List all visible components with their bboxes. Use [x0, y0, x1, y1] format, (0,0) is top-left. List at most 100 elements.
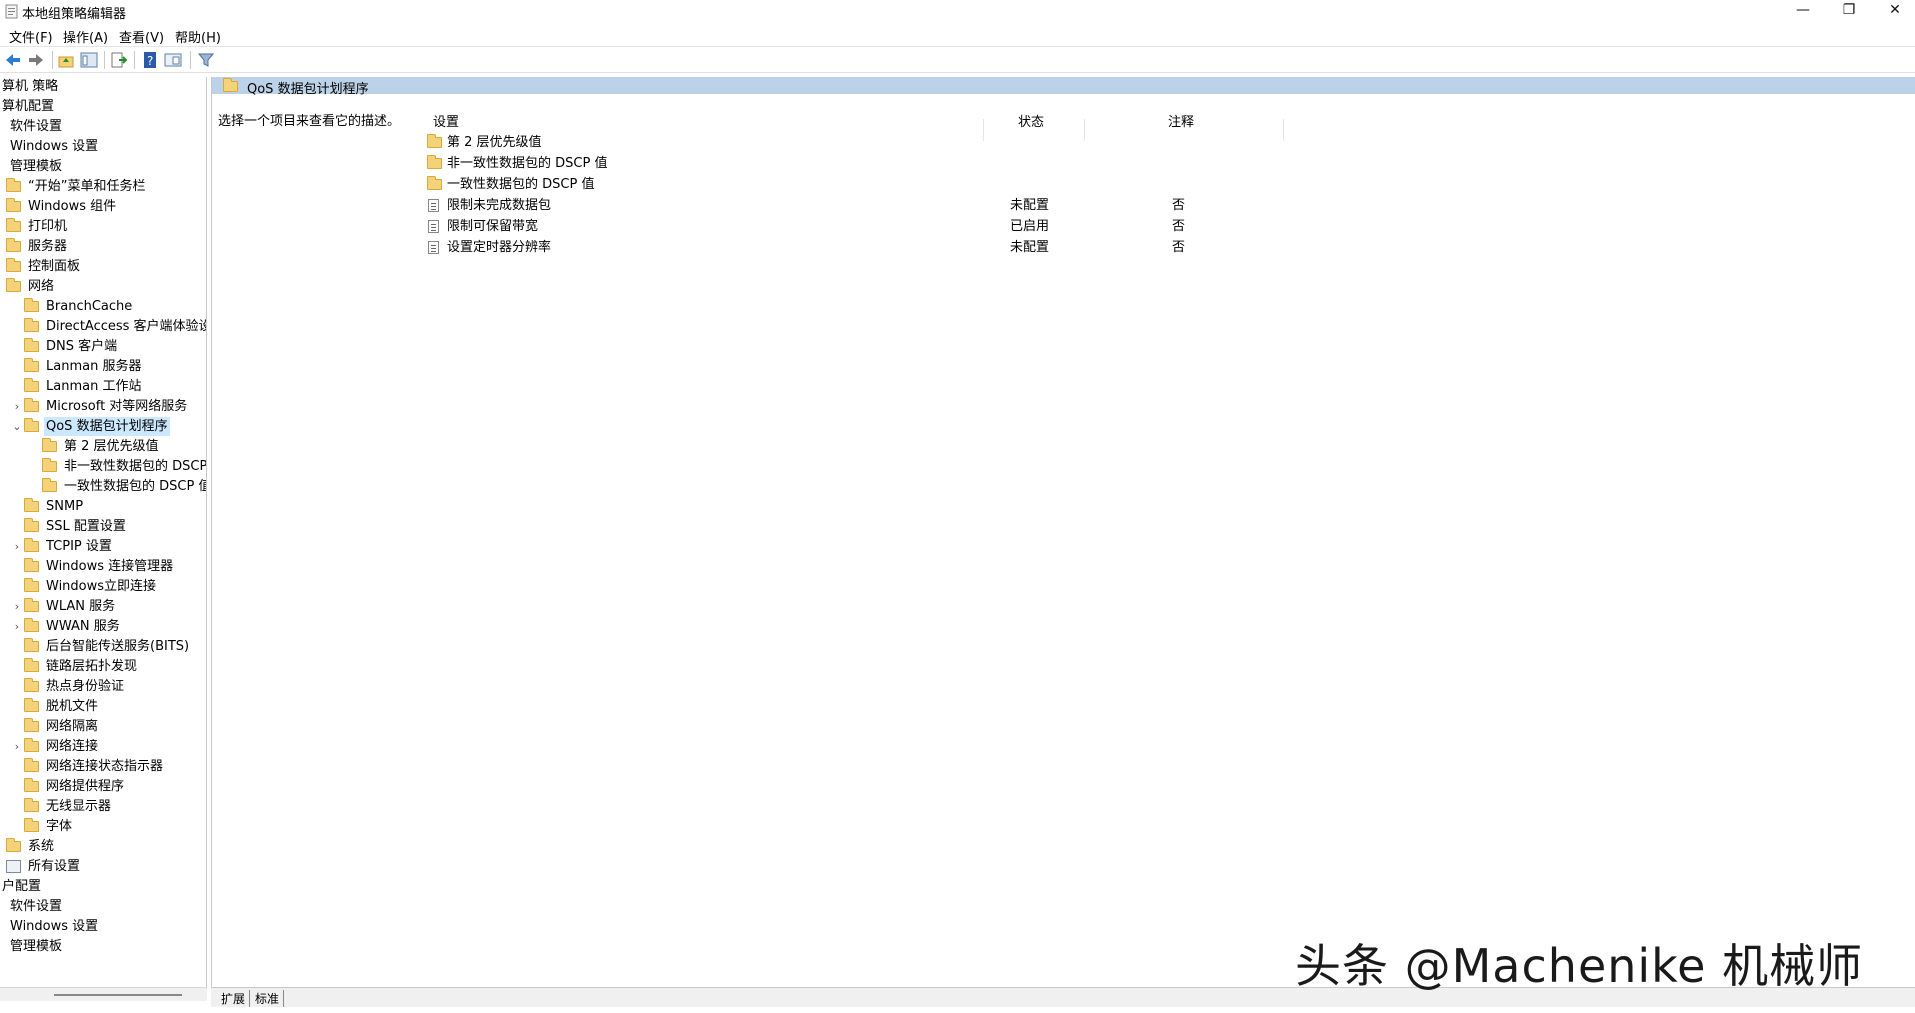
tree-item-label: 非一致性数据包的 DSCP 值 — [64, 459, 207, 474]
column-header-state[interactable]: 状态 — [1018, 111, 1044, 130]
setting-state: 未配置 — [1010, 198, 1050, 213]
export-list-icon[interactable] — [110, 51, 128, 69]
properties-icon[interactable] — [164, 51, 182, 69]
list-item[interactable]: 一致性数据包的 DSCP 值 — [417, 175, 1517, 194]
column-header-setting[interactable]: 设置 — [433, 111, 459, 130]
folder-icon — [427, 155, 442, 169]
folder-icon — [24, 558, 39, 572]
folder-icon — [6, 258, 21, 272]
folder-icon — [42, 438, 57, 452]
tree-item-label: 网络隔离 — [46, 719, 99, 734]
toolbar: ? — [0, 46, 1915, 73]
tree-item-label: TCPIP 设置 — [46, 539, 112, 554]
folder-icon — [24, 818, 39, 832]
tree-item-label: Microsoft 对等网络服务 — [46, 399, 188, 414]
policy-setting-icon — [428, 199, 439, 212]
description-text: 选择一个项目来查看它的描述。 — [218, 114, 401, 129]
folder-icon — [223, 78, 238, 92]
list-item[interactable]: 设置定时器分辨率 未配置 否 — [417, 238, 1517, 257]
list-item[interactable]: 第 2 层优先级值 — [417, 133, 1517, 152]
settings-list: 设置 状态 注释 第 2 层优先级值 非一致性数据包的 DSCP 值一致性数据包的… — [417, 94, 1915, 987]
tree-item-label: WLAN 服务 — [46, 599, 116, 614]
folder-icon — [42, 458, 57, 472]
collapsed-chevron-icon[interactable]: › — [12, 397, 22, 416]
tree-item-label: BranchCache — [46, 299, 133, 314]
tree-item-label: “开始”菜单和任务栏 — [28, 179, 146, 194]
tree-horizontal-scrollbar[interactable] — [0, 987, 207, 1001]
list-item[interactable]: 非一致性数据包的 DSCP 值 — [417, 154, 1517, 173]
tree-item-label: 打印机 — [28, 219, 68, 234]
folder-icon — [24, 598, 39, 612]
tree-item-label: 无线显示器 — [46, 799, 112, 814]
list-item[interactable]: 限制可保留带宽 已启用 否 — [417, 217, 1517, 236]
tree-item-label: DNS 客户端 — [46, 339, 118, 354]
tree-item-label: 热点身份验证 — [46, 679, 125, 694]
back-arrow-icon[interactable] — [4, 51, 22, 69]
collapsed-chevron-icon[interactable]: › — [12, 597, 22, 616]
tree-item-label: 字体 — [46, 819, 73, 834]
folder-icon — [24, 578, 39, 592]
tree-item-label: Windows 连接管理器 — [46, 559, 174, 574]
minimize-button[interactable]: — — [1780, 0, 1826, 22]
close-button[interactable]: ✕ — [1872, 0, 1915, 22]
tree-item-label: 后台智能传送服务(BITS) — [46, 639, 190, 654]
toolbar-separator — [52, 51, 53, 69]
tree-item-label: DirectAccess 客户端体验设置 — [46, 319, 207, 334]
tree-item-label: 系统 — [28, 839, 55, 854]
setting-name: 限制未完成数据包 — [447, 198, 552, 213]
tree-item-label: 第 2 层优先级值 — [64, 439, 159, 454]
up-folder-icon[interactable] — [57, 51, 75, 69]
tab-standard[interactable]: 标准 — [251, 990, 285, 1007]
group-policy-app-icon — [5, 4, 18, 19]
collapsed-chevron-icon[interactable]: › — [12, 737, 22, 756]
folder-icon — [24, 758, 39, 772]
tree-item-label: Lanman 工作站 — [46, 379, 142, 394]
tree-item-label: 所有设置 — [28, 859, 81, 874]
help-icon[interactable]: ? — [141, 51, 159, 69]
toolbar-separator — [104, 51, 105, 69]
setting-state: 已启用 — [1010, 219, 1050, 234]
tree-item-label: 管理模板 — [10, 939, 63, 954]
scrollbar-thumb[interactable] — [54, 994, 182, 996]
menu-view[interactable]: 查看(V) — [119, 27, 164, 46]
tree-item-label: WWAN 服务 — [46, 619, 120, 634]
folder-icon — [24, 378, 39, 392]
folder-icon — [6, 238, 21, 252]
list-item[interactable]: 限制未完成数据包 未配置 否 — [417, 196, 1517, 215]
collapsed-chevron-icon[interactable]: › — [12, 617, 22, 636]
menu-help[interactable]: 帮助(H) — [175, 27, 221, 46]
tree-item-label: 服务器 — [28, 239, 68, 254]
collapsed-chevron-icon[interactable]: › — [12, 537, 22, 556]
tree-item-label: Windows 组件 — [28, 199, 117, 214]
tree-item-label: SSL 配置设置 — [46, 519, 126, 534]
all-settings-icon — [6, 860, 21, 873]
tree-item-label: 软件设置 — [10, 899, 63, 914]
show-hide-tree-icon[interactable] — [80, 51, 98, 69]
details-header-title: QoS 数据包计划程序 — [247, 82, 369, 97]
folder-icon — [24, 718, 39, 732]
navigation-tree[interactable]: 算机 策略 算机配置 软件设置 Windows 设置 管理模板 “开始”菜单和任务栏 Win… — [0, 77, 207, 997]
tab-extended[interactable]: 扩展 — [217, 990, 251, 1007]
tree-item-label: 户配置 — [2, 879, 42, 894]
tree-item-label: 网络连接 — [46, 739, 99, 754]
menu-action[interactable]: 操作(A) — [63, 27, 108, 46]
tree-item-label: 算机配置 — [2, 99, 55, 114]
forward-arrow-icon[interactable] — [27, 51, 45, 69]
column-header-comment[interactable]: 注释 — [1168, 111, 1194, 130]
folder-icon — [24, 538, 39, 552]
folder-icon — [427, 134, 442, 148]
policy-setting-icon — [428, 241, 439, 254]
menu-file[interactable]: 文件(F) — [9, 27, 53, 46]
folder-icon — [24, 778, 39, 792]
tree-item-label: 网络连接状态指示器 — [46, 759, 164, 774]
menu-bar: 文件(F) 操作(A) 查看(V) 帮助(H) — [0, 24, 1915, 46]
maximize-button[interactable]: ❐ — [1826, 0, 1872, 22]
setting-comment: 否 — [1172, 198, 1186, 213]
folder-icon — [24, 358, 39, 372]
tree-item-label: Windows 设置 — [10, 139, 99, 154]
tree-item-label: 管理模板 — [10, 159, 63, 174]
filter-icon[interactable] — [197, 51, 215, 69]
folder-icon — [24, 518, 39, 532]
tree-item-label: Lanman 服务器 — [46, 359, 142, 374]
expanded-chevron-icon[interactable]: ⌄ — [12, 417, 22, 436]
